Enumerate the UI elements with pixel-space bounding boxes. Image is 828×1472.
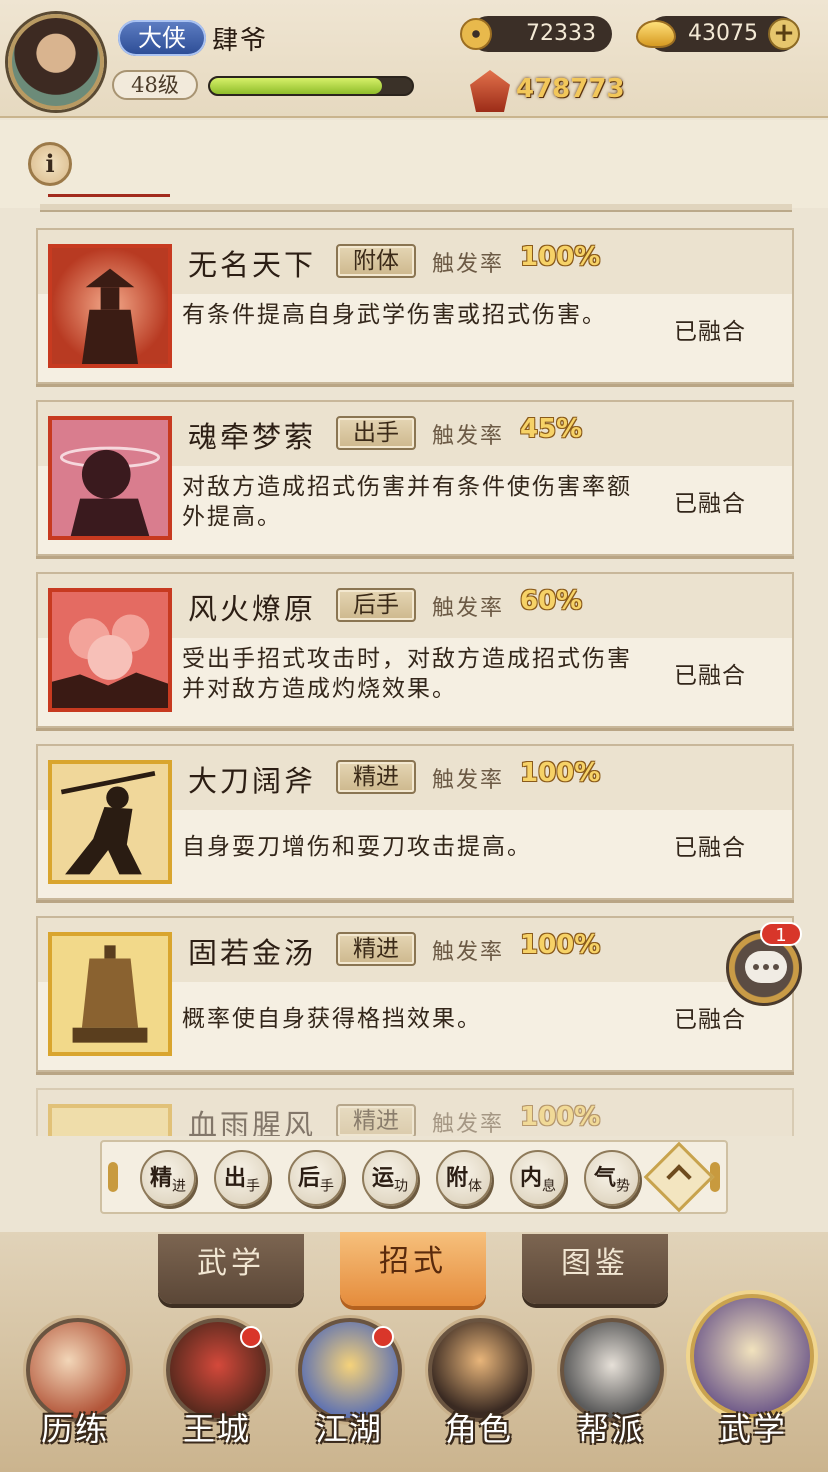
filter-button-houshou[interactable]: 后手 bbox=[288, 1150, 344, 1206]
skill-description: 对敌方造成招式伤害并有条件使伤害率额外提高。 bbox=[182, 474, 632, 530]
skill-name: 血雨腥风 bbox=[188, 1108, 317, 1136]
filter-main-char: 后 bbox=[297, 1165, 320, 1191]
nav-label-jianghu: 江湖 bbox=[314, 1410, 383, 1448]
filter-button-yungong[interactable]: 运功 bbox=[362, 1150, 418, 1206]
strip-divider bbox=[40, 204, 792, 212]
filter-sub-char: 息 bbox=[542, 1178, 556, 1195]
filter-sub-char: 手 bbox=[246, 1178, 260, 1195]
trigger-rate-value: 100% bbox=[520, 1102, 601, 1132]
gold-ingot-icon bbox=[636, 20, 676, 48]
exp-bar bbox=[208, 76, 414, 96]
skill-list[interactable]: 无名天下 附体 触发率 100% 有条件提高自身武学伤害或招式伤害。 已融合 魂… bbox=[0, 212, 828, 1136]
filter-main-char: 附 bbox=[445, 1165, 468, 1191]
filter-main-char: 内 bbox=[519, 1165, 542, 1191]
skill-name: 固若金汤 bbox=[188, 936, 317, 970]
trigger-rate-value: 100% bbox=[520, 242, 601, 272]
blade-dancer-icon bbox=[48, 760, 172, 884]
tab-moves[interactable]: 招式 bbox=[340, 1232, 486, 1306]
fused-status: 已融合 bbox=[674, 491, 746, 517]
nav-label-guild: 帮派 bbox=[576, 1410, 645, 1448]
skill-name: 大刀阔斧 bbox=[188, 764, 317, 798]
nav-label-royal-city: 王城 bbox=[182, 1410, 251, 1448]
skill-card[interactable]: 血雨腥风 精进 触发率 100% bbox=[36, 1088, 794, 1136]
nav-label-martial-arts: 武学 bbox=[718, 1410, 787, 1448]
trigger-rate-label: 触发率 bbox=[432, 252, 505, 277]
skill-description: 受出手招式攻击时，对敌方造成招式伤害并对敌方造成灼烧效果。 bbox=[182, 646, 632, 702]
trigger-rate-value: 100% bbox=[520, 930, 601, 960]
chat-unread-badge: 1 bbox=[760, 922, 802, 946]
tab-underline bbox=[48, 194, 170, 197]
skill-card[interactable]: 魂牵梦萦 出手 触发率 45% 对敌方造成招式伤害并有条件使伤害率额外提高。 已… bbox=[36, 400, 794, 556]
info-button[interactable]: i bbox=[28, 142, 72, 186]
filter-button-neixi[interactable]: 内息 bbox=[510, 1150, 566, 1206]
nav-jianghu-dot bbox=[372, 1326, 394, 1348]
filter-sub-char: 体 bbox=[468, 1178, 482, 1195]
filter-main-char: 气 bbox=[593, 1165, 616, 1191]
skill-card[interactable]: 无名天下 附体 触发率 100% 有条件提高自身武学伤害或招式伤害。 已融合 bbox=[36, 228, 794, 384]
blood-wind-icon bbox=[48, 1104, 172, 1136]
tab-compendium[interactable]: 图鉴 bbox=[522, 1234, 668, 1304]
rank-badge: 大侠 bbox=[118, 20, 206, 56]
skill-description: 有条件提高自身武学伤害或招式伤害。 bbox=[182, 302, 607, 328]
trigger-rate-label: 触发率 bbox=[432, 424, 505, 449]
filter-sub-char: 功 bbox=[394, 1178, 408, 1195]
skill-type-tag: 出手 bbox=[336, 416, 416, 450]
nav-label-training: 历练 bbox=[40, 1410, 109, 1448]
filter-main-char: 运 bbox=[371, 1165, 394, 1191]
trigger-rate-value: 45% bbox=[520, 414, 583, 444]
filter-bar-left-knob bbox=[108, 1162, 118, 1192]
trigger-rate-label: 触发率 bbox=[432, 1112, 505, 1136]
skill-name: 风火燎原 bbox=[188, 592, 317, 626]
copper-coin-icon bbox=[460, 18, 492, 50]
skill-card[interactable]: 风火燎原 后手 触发率 60% 受出手招式攻击时，对敌方造成招式伤害并对敌方造成… bbox=[36, 572, 794, 728]
filter-sub-char: 势 bbox=[616, 1178, 630, 1195]
fire-icon bbox=[48, 588, 172, 712]
trigger-rate-label: 触发率 bbox=[432, 940, 505, 965]
fused-status: 已融合 bbox=[674, 319, 746, 345]
skill-name: 魂牵梦萦 bbox=[188, 420, 317, 454]
level-badge: 48级 bbox=[112, 70, 198, 100]
dazed-figure-icon bbox=[48, 416, 172, 540]
skill-description: 自身耍刀增伤和耍刀攻击提高。 bbox=[182, 834, 532, 860]
filter-sub-char: 进 bbox=[172, 1178, 186, 1195]
filter-button-jingjin[interactable]: 精进 bbox=[140, 1150, 196, 1206]
trigger-rate-label: 触发率 bbox=[432, 596, 505, 621]
filter-button-qishi[interactable]: 气势 bbox=[584, 1150, 640, 1206]
fused-status: 已融合 bbox=[674, 663, 746, 689]
bell-icon bbox=[48, 932, 172, 1056]
player-avatar[interactable] bbox=[8, 14, 104, 110]
nav-label-character: 角色 bbox=[444, 1410, 513, 1448]
nav-martial-arts[interactable] bbox=[690, 1294, 814, 1418]
chat-bubble-icon bbox=[745, 951, 787, 983]
skill-type-tag: 精进 bbox=[336, 760, 416, 794]
filter-button-chushou[interactable]: 出手 bbox=[214, 1150, 270, 1206]
filter-main-char: 出 bbox=[223, 1165, 246, 1191]
exp-bar-fill bbox=[210, 78, 382, 94]
filter-main-char: 精 bbox=[149, 1165, 172, 1191]
combat-power-value: 478773 bbox=[516, 74, 625, 104]
skill-type-tag: 后手 bbox=[336, 588, 416, 622]
trigger-rate-label: 触发率 bbox=[432, 768, 505, 793]
fused-status: 已融合 bbox=[674, 1007, 746, 1033]
skill-type-tag: 精进 bbox=[336, 1104, 416, 1136]
skill-type-tag: 附体 bbox=[336, 244, 416, 278]
chevron-up-icon bbox=[666, 1164, 692, 1190]
trigger-rate-value: 60% bbox=[520, 586, 583, 616]
fused-status: 已融合 bbox=[674, 835, 746, 861]
skill-card[interactable]: 固若金汤 精进 触发率 100% 概率使自身获得格挡效果。 已融合 bbox=[36, 916, 794, 1072]
nav-royal-city-dot bbox=[240, 1326, 262, 1348]
skill-type-tag: 精进 bbox=[336, 932, 416, 966]
skill-description: 概率使自身获得格挡效果。 bbox=[182, 1006, 482, 1032]
filter-sub-char: 手 bbox=[320, 1178, 334, 1195]
trigger-rate-value: 100% bbox=[520, 758, 601, 788]
straw-hat-swordsman-icon bbox=[48, 244, 172, 368]
add-gold-button[interactable]: + bbox=[768, 18, 800, 50]
filter-button-futi[interactable]: 附体 bbox=[436, 1150, 492, 1206]
player-name: 肆爷 bbox=[212, 26, 269, 56]
skill-card[interactable]: 大刀阔斧 精进 触发率 100% 自身耍刀增伤和耍刀攻击提高。 已融合 bbox=[36, 744, 794, 900]
tab-martial-arts[interactable]: 武学 bbox=[158, 1234, 304, 1304]
skill-name: 无名天下 bbox=[188, 248, 317, 282]
